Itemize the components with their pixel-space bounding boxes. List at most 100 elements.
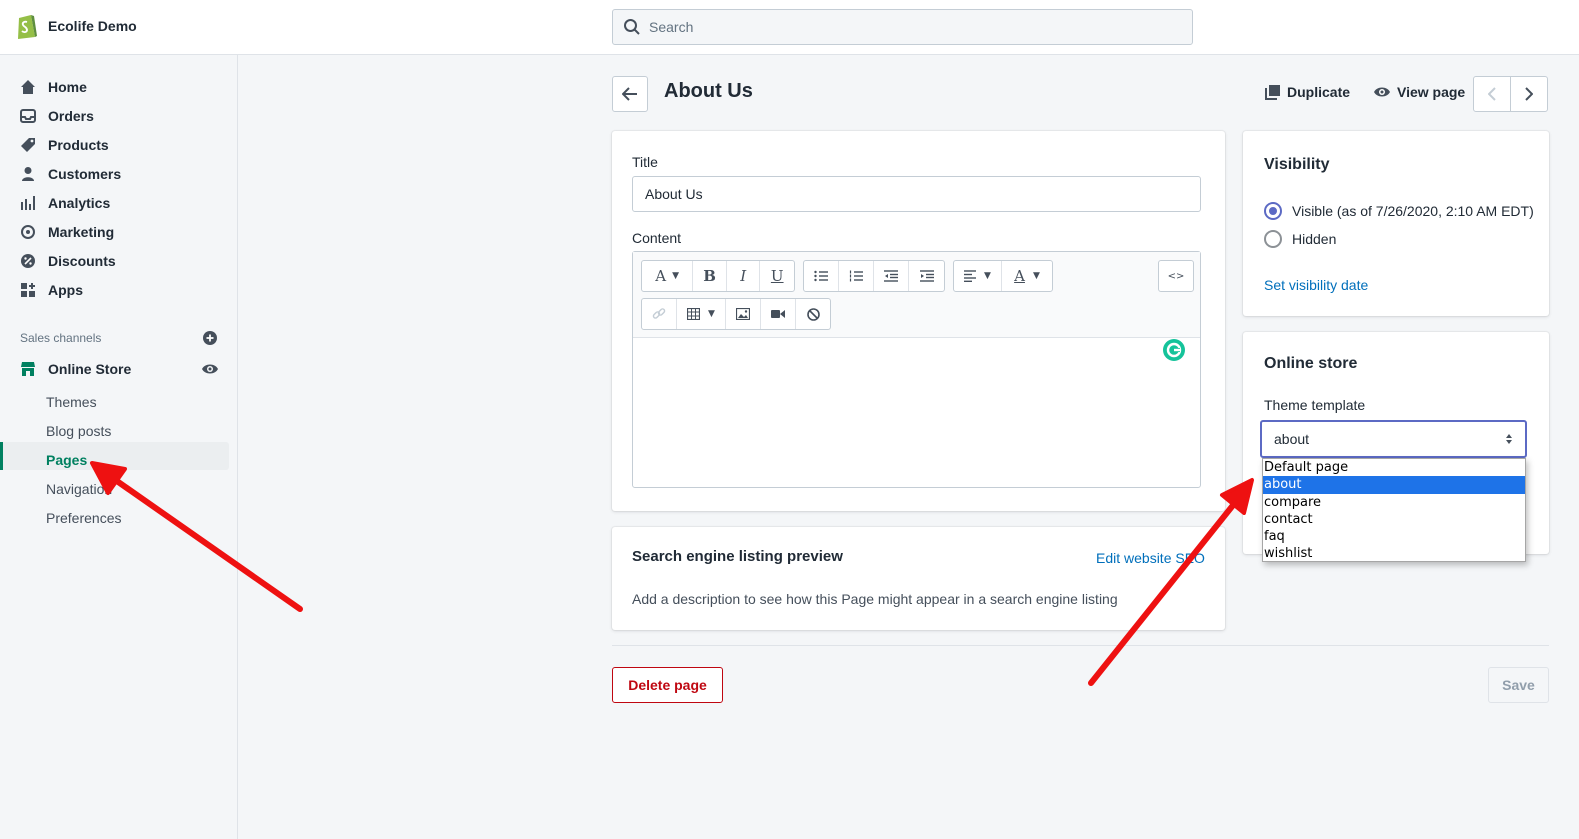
select-arrows-icon [1506,434,1512,444]
back-button[interactable] [612,76,648,112]
caret-down-icon: ▼ [984,271,991,281]
bold-button[interactable]: B [693,261,727,291]
sidebar-subitem-blog-posts[interactable]: Blog posts [46,421,111,441]
visibility-heading: Visibility [1264,156,1330,173]
duplicate-label: Duplicate [1287,84,1351,100]
image-icon [736,308,750,320]
sidebar-item-label: Apps [48,282,83,298]
page-title: About Us [664,80,753,102]
template-option-contact[interactable]: contact [1263,511,1525,528]
select-value: about [1274,431,1310,447]
sidebar-subitem-themes[interactable]: Themes [46,392,97,412]
italic-icon: I [740,267,747,285]
search-icon [624,19,640,35]
delete-page-button[interactable]: Delete page [612,667,723,703]
seo-heading: Search engine listing preview [632,548,843,565]
eye-icon[interactable] [201,362,219,376]
discount-icon [20,253,36,269]
footer-divider [612,645,1549,646]
video-camera-icon [771,310,785,318]
template-option-faq[interactable]: faq [1263,528,1525,545]
eye-icon [1374,87,1390,97]
outdent-button[interactable] [874,261,909,291]
sidebar-item-apps[interactable]: Apps [20,279,83,301]
indent-button[interactable] [909,261,944,291]
sidebar-item-marketing[interactable]: Marketing [20,221,114,243]
apps-icon [20,282,36,298]
set-visibility-date-link[interactable]: Set visibility date [1264,277,1368,293]
previous-page-button[interactable] [1474,77,1511,111]
search-bar[interactable]: Search [612,9,1193,45]
align-color-group: ▼ A ▼ [953,260,1053,292]
numbered-list-icon [849,270,863,282]
align-left-icon [964,270,977,282]
target-icon [20,224,36,240]
next-page-button[interactable] [1511,77,1548,111]
underline-button[interactable]: U [760,261,794,291]
view-page-button[interactable]: View page [1373,84,1465,100]
insert-group: ▼ [641,298,831,330]
hidden-radio[interactable] [1264,230,1282,248]
text-color-button[interactable]: A ▼ [1002,261,1052,291]
add-channel-icon[interactable] [203,331,217,345]
text-color-icon: A [1014,267,1025,285]
caret-down-icon: ▼ [1032,271,1040,281]
template-option-compare[interactable]: compare [1263,494,1525,511]
orders-icon [20,108,36,124]
insert-image-button[interactable] [726,299,761,329]
numbered-list-button[interactable] [839,261,874,291]
italic-button[interactable]: I [727,261,761,291]
sidebar-item-discounts[interactable]: Discounts [20,250,116,272]
sidebar-item-products[interactable]: Products [20,134,109,156]
store-switcher[interactable]: Ecolife Demo [16,12,137,40]
font-style-button[interactable]: A ▼ [642,261,694,291]
caret-down-icon: ▼ [708,309,715,319]
editor-content-area[interactable] [633,339,1200,487]
align-button[interactable]: ▼ [954,261,1002,291]
sidebar-item-label: Home [48,79,87,95]
sidebar-item-label: Customers [48,166,122,182]
theme-template-select[interactable]: about [1260,420,1527,458]
home-icon [20,79,36,95]
bold-icon: B [703,267,716,285]
sidebar-item-home[interactable]: Home [20,76,87,98]
store-name: Ecolife Demo [48,18,137,34]
edit-seo-link[interactable]: Edit website SEO [1096,550,1205,566]
content-label: Content [632,230,682,246]
sidebar-item-label: Marketing [48,224,115,240]
save-button[interactable]: Save [1488,667,1549,703]
template-option-wishlist[interactable]: wishlist [1263,545,1525,562]
edit-seo-clip: Edit website SEO [1096,550,1205,566]
block-icon [806,307,820,321]
bullet-list-icon [814,270,828,282]
sidebar-subitem-preferences[interactable]: Preferences [46,508,121,528]
tag-icon [20,137,36,153]
title-field[interactable]: About Us [632,176,1201,212]
sidebar-subitem-navigation[interactable]: Navigation [46,479,112,499]
duplicate-icon [1265,85,1280,100]
sidebar-item-label: Discounts [48,253,116,269]
template-option-about[interactable]: about [1263,476,1525,494]
seo-description: Add a description to see how this Page m… [632,591,1118,607]
link-button[interactable] [642,299,677,329]
sidebar-item-analytics[interactable]: Analytics [20,192,110,214]
duplicate-button[interactable]: Duplicate [1265,84,1350,100]
view-page-label: View page [1397,84,1466,100]
code-icon: <> [1167,270,1185,282]
caret-down-icon: ▼ [672,271,680,281]
indent-icon [919,270,934,282]
bullet-list-button[interactable] [804,261,839,291]
sidebar-subitem-pages[interactable]: Pages [46,450,87,470]
sidebar-item-online-store[interactable]: Online Store [20,358,131,380]
template-option-default[interactable]: Default page [1263,459,1525,476]
clear-formatting-button[interactable] [796,299,830,329]
sidebar-item-orders[interactable]: Orders [20,105,94,127]
html-toggle-button[interactable]: <> [1159,261,1193,291]
sidebar-item-customers[interactable]: Customers [20,163,121,185]
search-input[interactable]: Search [649,19,693,35]
table-button[interactable]: ▼ [677,299,726,329]
arrow-left-icon [622,87,637,101]
insert-video-button[interactable] [761,299,796,329]
sidebar-item-label: Analytics [48,195,111,211]
visible-radio[interactable] [1264,202,1282,220]
